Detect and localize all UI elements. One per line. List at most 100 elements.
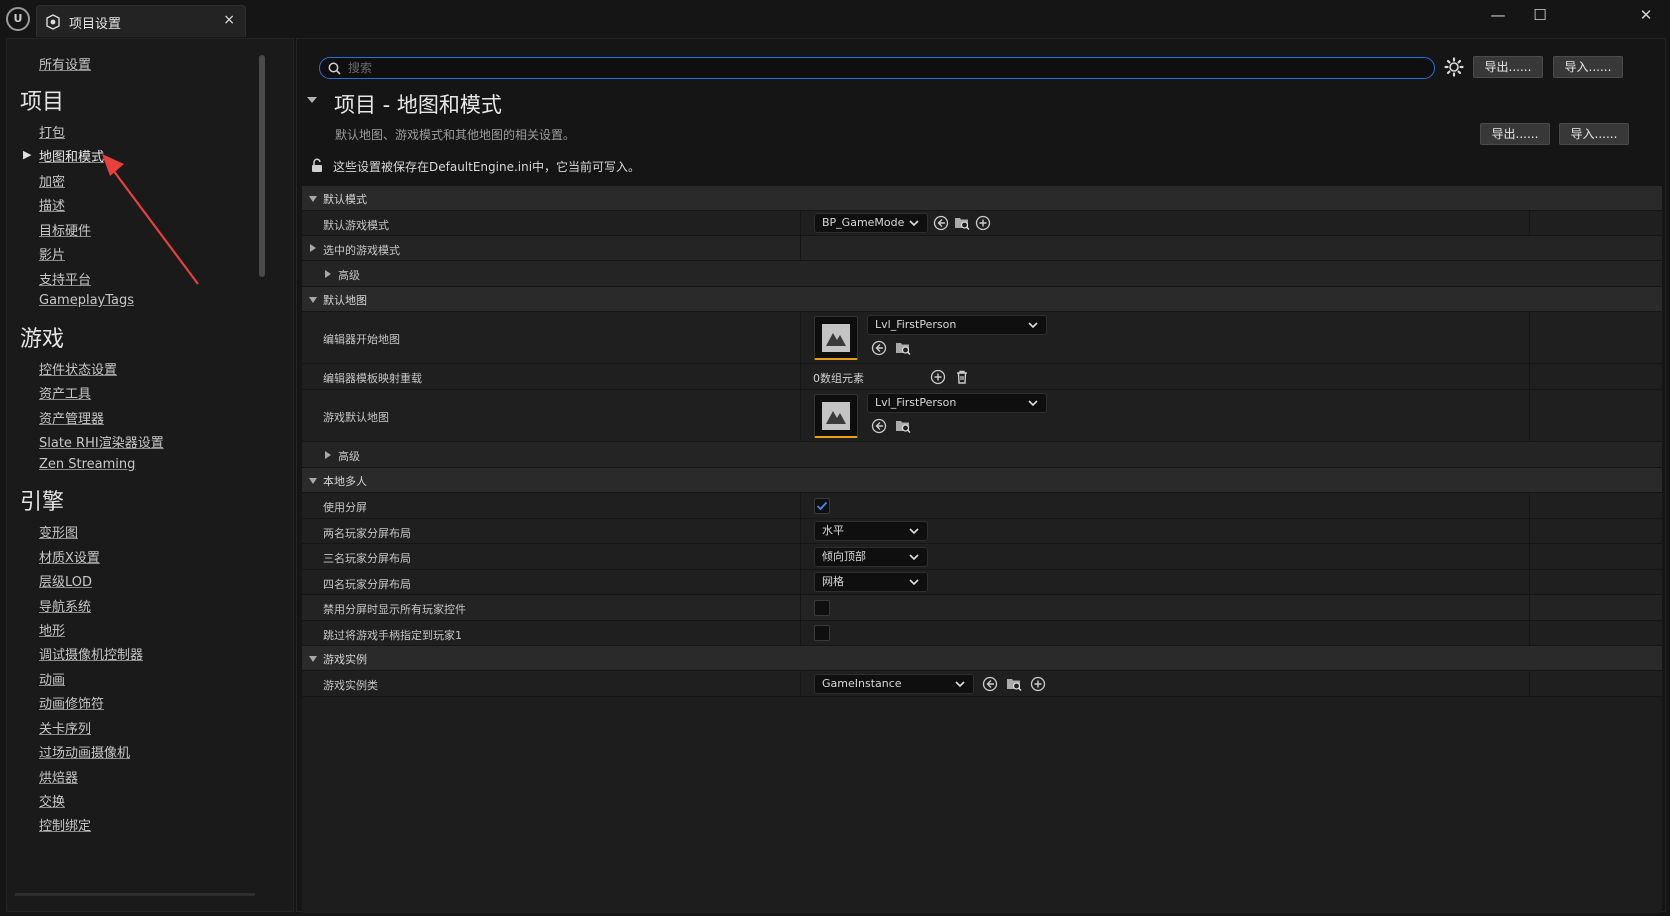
expand-arrow-icon[interactable] (309, 478, 317, 484)
tab-project-settings[interactable]: 项目设置 × (36, 5, 246, 37)
sidebar-item[interactable]: 关卡序列 (39, 718, 91, 737)
browse-asset-icon[interactable] (1006, 676, 1022, 692)
three-player-layout-dropdown[interactable]: 倾向顶部 (814, 547, 928, 567)
column-divider[interactable] (800, 364, 801, 389)
expand-arrow-icon[interactable] (309, 196, 317, 202)
sidebar-item[interactable]: 过场动画摄像机 (39, 742, 130, 761)
game-instance-dropdown[interactable]: GameInstance (814, 674, 974, 694)
category-default-modes[interactable]: 默认模式 (302, 186, 1662, 211)
sidebar-horizontal-scrollbar[interactable] (15, 893, 255, 896)
column-divider[interactable] (800, 312, 801, 363)
maximize-button[interactable]: ☐ (1520, 4, 1560, 26)
sidebar-item[interactable]: 地形 (39, 620, 65, 639)
sidebar-item[interactable]: GameplayTags (39, 293, 134, 308)
sidebar-item[interactable]: Slate RHI渲染器设置 (39, 432, 164, 451)
two-player-layout-dropdown[interactable]: 水平 (814, 521, 928, 541)
use-selected-icon[interactable] (982, 676, 998, 692)
browse-asset-icon[interactable] (895, 418, 911, 434)
browse-asset-icon[interactable] (895, 340, 911, 356)
category-default-maps[interactable]: 默认地图 (302, 287, 1662, 312)
expand-arrow-icon[interactable] (310, 244, 316, 252)
four-player-layout-dropdown[interactable]: 网格 (814, 572, 928, 592)
sidebar-item[interactable]: 目标硬件 (39, 220, 91, 239)
section-import-button[interactable]: 导入...... (1559, 123, 1629, 145)
column-divider[interactable] (800, 519, 801, 543)
sidebar-item[interactable]: 烘焙器 (39, 767, 78, 786)
section-export-button[interactable]: 导出...... (1480, 123, 1550, 145)
gear-icon[interactable] (1443, 56, 1465, 78)
sidebar-item[interactable]: 控件状态设置 (39, 359, 117, 378)
selected-arrow-icon: ▶ (23, 148, 32, 161)
collapse-arrow-icon[interactable] (307, 97, 317, 103)
map-thumbnail[interactable] (814, 316, 858, 360)
column-divider[interactable] (800, 671, 801, 696)
sidebar-item[interactable]: 层级LOD (39, 571, 92, 590)
expand-arrow-icon[interactable] (309, 297, 317, 303)
row-selected-game-mode[interactable]: 选中的游戏模式 (302, 236, 1662, 261)
sidebar-item[interactable]: 材质X设置 (39, 547, 100, 566)
search-box[interactable] (319, 57, 1435, 79)
property-label: 四名玩家分屏布局 (323, 578, 411, 591)
expand-arrow-icon[interactable] (309, 656, 317, 662)
property-label: 编辑器开始地图 (323, 333, 400, 346)
column-divider[interactable] (800, 211, 801, 235)
column-divider[interactable] (800, 493, 801, 518)
sidebar-item-all-settings[interactable]: 所有设置 (39, 54, 91, 73)
minimize-button[interactable]: — (1478, 4, 1518, 26)
row-advanced[interactable]: 高级 (302, 442, 1662, 468)
sidebar-item[interactable]: 变形图 (39, 522, 78, 541)
browse-asset-icon[interactable] (954, 215, 970, 231)
skip-controller-checkbox[interactable] (814, 625, 830, 641)
sidebar-item[interactable]: 控制绑定 (39, 815, 91, 834)
use-selected-icon[interactable] (871, 340, 887, 356)
use-selected-icon[interactable] (871, 418, 887, 434)
sidebar-item[interactable]: 导航系统 (39, 596, 91, 615)
sidebar-scrollbar[interactable] (259, 55, 265, 277)
row-skip-controller: 跳过将游戏手柄指定到玩家1 (302, 621, 1662, 646)
column-divider[interactable] (800, 621, 801, 645)
sidebar-item[interactable]: 资产工具 (39, 383, 91, 402)
sidebar-item[interactable]: 交换 (39, 791, 65, 810)
sidebar-item[interactable]: 调试摄像机控制器 (39, 644, 143, 663)
map-thumbnail[interactable] (814, 394, 858, 438)
sidebar-item[interactable]: 动画修饰符 (39, 693, 104, 712)
column-divider[interactable] (800, 570, 801, 594)
editor-map-dropdown[interactable]: Lvl_FirstPerson (867, 315, 1047, 335)
expand-arrow-icon[interactable] (325, 451, 331, 459)
sidebar-item[interactable]: 加密 (39, 171, 65, 190)
sidebar-item[interactable]: Zen Streaming (39, 457, 135, 472)
category-local-multiplayer[interactable]: 本地多人 (302, 468, 1662, 493)
use-splitscreen-checkbox[interactable] (814, 498, 830, 514)
add-icon[interactable] (1030, 676, 1046, 692)
sidebar-item[interactable]: 支持平台 (39, 269, 91, 288)
sidebar-item[interactable]: 影片 (39, 244, 65, 263)
show-widgets-checkbox[interactable] (814, 600, 830, 616)
sidebar-item[interactable]: 资产管理器 (39, 408, 104, 427)
game-map-dropdown[interactable]: Lvl_FirstPerson (867, 393, 1047, 413)
category-game-instance[interactable]: 游戏实例 (302, 646, 1662, 671)
tab-close-icon[interactable]: × (223, 12, 235, 28)
expand-arrow-icon[interactable] (325, 270, 331, 278)
add-element-icon[interactable] (930, 369, 946, 385)
column-divider[interactable] (800, 595, 801, 620)
column-divider[interactable] (800, 390, 801, 441)
unreal-logo-icon[interactable]: U (6, 7, 30, 31)
sidebar-item[interactable]: 打包 (39, 122, 65, 141)
add-icon[interactable] (975, 215, 991, 231)
export-button[interactable]: 导出...... (1473, 56, 1543, 78)
import-button[interactable]: 导入...... (1553, 56, 1623, 78)
dropdown-value: GameInstance (822, 677, 902, 690)
game-mode-dropdown[interactable]: BP_GameMode (814, 213, 928, 233)
use-selected-icon[interactable] (933, 215, 949, 231)
chevron-down-icon (1028, 322, 1038, 329)
search-input[interactable] (348, 59, 1418, 77)
sidebar-item[interactable]: 动画 (39, 669, 65, 688)
column-divider[interactable] (800, 236, 801, 260)
sidebar-item[interactable]: 描述 (39, 195, 65, 214)
row-advanced[interactable]: 高级 (302, 261, 1662, 287)
column-divider[interactable] (800, 544, 801, 569)
config-file-note: 这些设置被保存在DefaultEngine.ini中，它当前可写入。 (333, 160, 641, 174)
trash-icon[interactable] (954, 369, 970, 385)
close-window-button[interactable]: ✕ (1626, 4, 1666, 26)
sidebar-item-maps-and-modes[interactable]: 地图和模式 (39, 146, 104, 165)
